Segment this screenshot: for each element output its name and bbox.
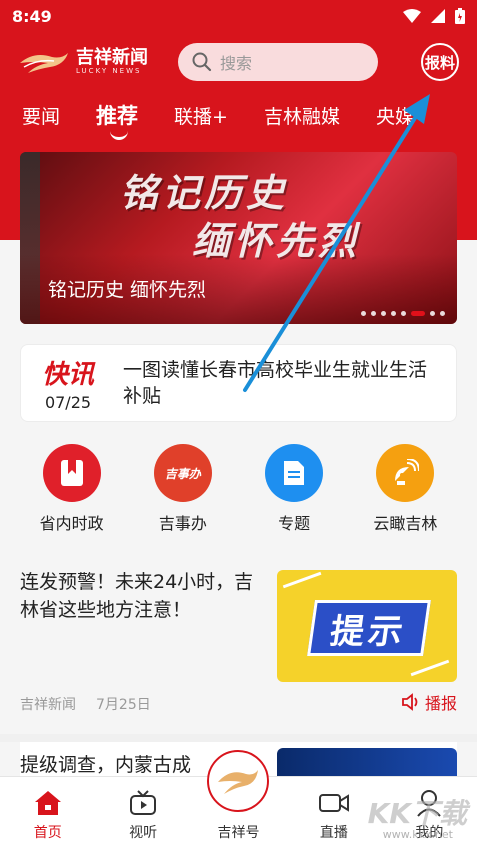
document-icon <box>265 444 324 502</box>
signal-icon <box>431 9 445 23</box>
search-icon <box>192 52 212 72</box>
broadcast-button[interactable]: 播报 <box>401 690 457 714</box>
banner-headline-line1: 铭记历史 <box>120 171 289 215</box>
news-source: 吉祥新闻 <box>20 697 76 713</box>
carousel-dot[interactable] <box>430 311 435 316</box>
battery-icon <box>455 8 465 24</box>
logo-text: 吉祥新闻 <box>76 47 148 68</box>
nav-home[interactable]: 首页 <box>0 777 95 848</box>
tab-jilin-media[interactable]: 吉林融媒 <box>264 102 340 129</box>
flash-label-block: 快讯 07/25 <box>33 354 103 412</box>
bookmark-icon <box>42 444 101 502</box>
jishiban-icon-text: 吉事办 <box>164 466 201 481</box>
speaker-icon <box>402 693 418 711</box>
logo-subtext: LUCKY NEWS <box>76 67 142 75</box>
quick-link-jishiban[interactable]: 吉事办 吉事办 <box>133 444 233 534</box>
nav-label: 吉祥号 <box>217 825 260 841</box>
carousel-dot[interactable] <box>440 311 445 316</box>
banner-caption: 铭记历史 缅怀先烈 <box>48 279 207 301</box>
section-divider <box>0 734 477 742</box>
watermark-url: www.kkx.net <box>382 828 453 841</box>
top-bar: 吉祥新闻 LUCKY NEWS 搜索 报料 <box>0 36 477 88</box>
status-bar: 8:49 <box>0 0 477 32</box>
banner-carousel[interactable]: 铭记历史 缅怀先烈 铭记历史 缅怀先烈 <box>20 152 457 324</box>
tab-recommend[interactable]: 推荐 <box>96 100 138 140</box>
flash-date: 07/25 <box>44 393 92 412</box>
lucky-logo-icon <box>218 770 258 794</box>
broadcast-label: 播报 <box>424 694 457 713</box>
search-input[interactable]: 搜索 <box>178 43 378 81</box>
quick-link-provincial-politics[interactable]: 省内时政 <box>22 444 122 534</box>
nav-label: 视听 <box>129 825 158 841</box>
jishiban-icon: 吉事办 <box>153 444 212 502</box>
quick-link-label: 吉事办 <box>158 514 207 533</box>
quick-link-label: 专题 <box>278 514 311 533</box>
carousel-dot[interactable] <box>371 311 376 316</box>
carousel-dot[interactable] <box>381 311 386 316</box>
news-title: 提级调查，内蒙古成 <box>20 754 192 776</box>
quick-links: 省内时政 吉事办 吉事办 专题 云瞰吉林 <box>0 444 477 534</box>
tab-yaowen[interactable]: 要闻 <box>22 102 60 129</box>
status-icons <box>403 8 465 24</box>
tab-central-media[interactable]: 央媒 <box>376 102 414 129</box>
nav-label: 直播 <box>319 825 348 841</box>
quick-link-cloud-view[interactable]: 云瞰吉林 <box>355 444 455 534</box>
nav-label: 首页 <box>33 825 62 841</box>
jixianghao-center-button[interactable] <box>207 750 269 812</box>
carousel-indicator <box>361 311 445 316</box>
nav-audio-video[interactable]: 视听 <box>95 777 190 848</box>
tab-lianbo[interactable]: 联播+ <box>174 102 228 129</box>
carousel-dot[interactable] <box>391 311 396 316</box>
flash-text: 一图读懂长春市高校毕业生就业生活补贴 <box>123 359 428 407</box>
carousel-dot[interactable] <box>401 311 406 316</box>
news-item[interactable]: 连发预警！未来24小时，吉林省这些地方注意！ 提示 吉祥新闻 7月25日 播报 <box>20 566 457 716</box>
home-icon <box>34 788 62 818</box>
carousel-dot[interactable] <box>411 311 425 316</box>
news-date: 7月25日 <box>96 697 151 713</box>
search-placeholder: 搜索 <box>220 54 253 73</box>
lucky-bird-logo-icon <box>20 53 68 73</box>
category-tabs: 要闻 推荐 联播+ 吉林融媒 央媒 <box>0 90 477 140</box>
watermark-text: KK下载 <box>367 797 467 830</box>
carousel-dot[interactable] <box>361 311 366 316</box>
satellite-icon <box>376 444 435 502</box>
quick-link-label: 省内时政 <box>39 514 104 533</box>
quick-link-label: 云瞰吉林 <box>373 514 438 533</box>
flash-label: 快讯 <box>41 360 94 390</box>
video-camera-icon <box>318 788 350 818</box>
news-meta: 吉祥新闻 7月25日 <box>20 694 151 714</box>
report-button[interactable]: 报料 <box>421 43 459 81</box>
news-thumbnail: 提示 <box>277 570 457 682</box>
status-time: 8:49 <box>12 6 52 26</box>
app-logo: 吉祥新闻 LUCKY NEWS <box>18 49 148 75</box>
tv-icon <box>129 788 157 818</box>
flash-news[interactable]: 快讯 07/25 一图读懂长春市高校毕业生就业生活补贴 <box>20 344 457 422</box>
wifi-icon <box>403 9 421 23</box>
thumbnail-text: 提示 <box>307 600 431 656</box>
news-title: 连发预警！未来24小时，吉林省这些地方注意！ <box>20 571 254 621</box>
quick-link-topics[interactable]: 专题 <box>244 444 344 534</box>
